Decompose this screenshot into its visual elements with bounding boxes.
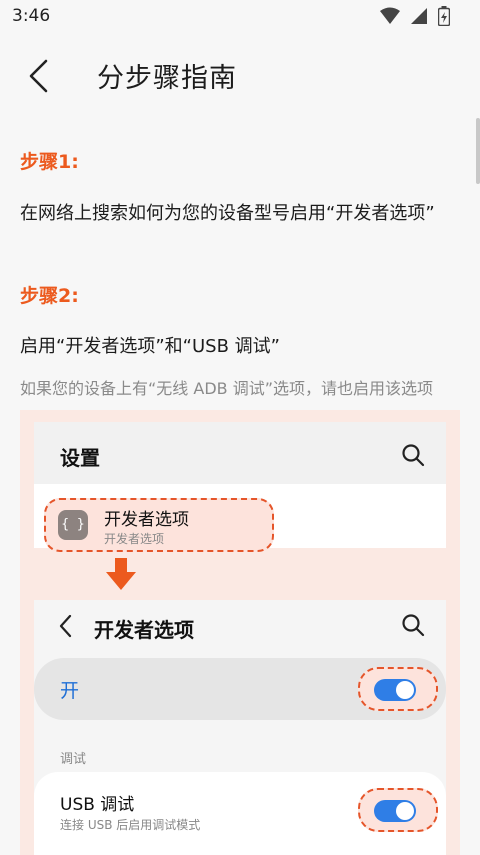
- step-1-text: 在网络上搜索如何为您的设备型号启用“开发者选项”: [20, 203, 435, 224]
- developer-options-card: 开发者选项 开 调试 USB 调试 连接 USB 后启用调试模式: [34, 600, 446, 855]
- usb-debugging-row: USB 调试 连接 USB 后启用调试模式: [34, 772, 446, 855]
- battery-icon: [438, 6, 450, 26]
- section-label-debug: 调试: [60, 752, 87, 767]
- code-braces-icon: { }: [58, 510, 88, 540]
- step-illustration: 设置 { } 开发者选项 开发者选项 开发者选项 开 调试 USB 调试 连接 …: [20, 410, 460, 855]
- back-button[interactable]: [18, 54, 58, 98]
- status-time: 3:46: [12, 6, 51, 26]
- scrollbar[interactable]: [476, 118, 480, 184]
- search-icon: [402, 444, 425, 467]
- master-toggle: [374, 679, 416, 701]
- toggle-highlight: [358, 788, 438, 832]
- developer-options-sublabel: 开发者选项: [104, 532, 165, 546]
- toggle-knob: [396, 681, 414, 699]
- settings-header: 设置: [34, 422, 446, 484]
- master-switch-label: 开: [60, 680, 80, 702]
- developer-options-title: 开发者选项: [94, 618, 194, 642]
- search-icon: [402, 614, 425, 637]
- step-1-title: 步骤1:: [20, 151, 79, 173]
- usb-debugging-label: USB 调试: [60, 795, 135, 815]
- toggle-knob: [396, 802, 414, 820]
- settings-card: 设置 { } 开发者选项 开发者选项: [34, 422, 446, 552]
- wifi-icon: [380, 7, 400, 24]
- screen: 3:46 分步骤指南 步骤1: 在网络上搜索如何为您的设备型号启用“开发者选项”…: [0, 0, 480, 855]
- page-title: 分步骤指南: [97, 63, 237, 94]
- developer-options-item: { } 开发者选项 开发者选项: [44, 498, 274, 552]
- developer-options-label: 开发者选项: [104, 510, 189, 530]
- step-2-hint: 如果您的设备上有“无线 ADB 调试”选项，请也启用该选项: [20, 379, 433, 398]
- status-bar: 3:46: [0, 0, 480, 34]
- chevron-left-icon: [59, 614, 72, 638]
- arrow-down-icon: [106, 558, 136, 590]
- app-header: 分步骤指南: [0, 40, 480, 112]
- master-switch-row: 开: [34, 658, 446, 720]
- step-2-text: 启用“开发者选项”和“USB 调试”: [20, 336, 280, 357]
- chevron-left-icon: [29, 59, 48, 93]
- toggle-highlight: [358, 667, 438, 711]
- usb-debugging-toggle: [374, 800, 416, 822]
- usb-debugging-sublabel: 连接 USB 后启用调试模式: [60, 818, 201, 832]
- step-2-title: 步骤2:: [20, 285, 79, 307]
- settings-title: 设置: [60, 446, 100, 470]
- signal-icon: [411, 8, 427, 24]
- status-icons: [380, 6, 450, 26]
